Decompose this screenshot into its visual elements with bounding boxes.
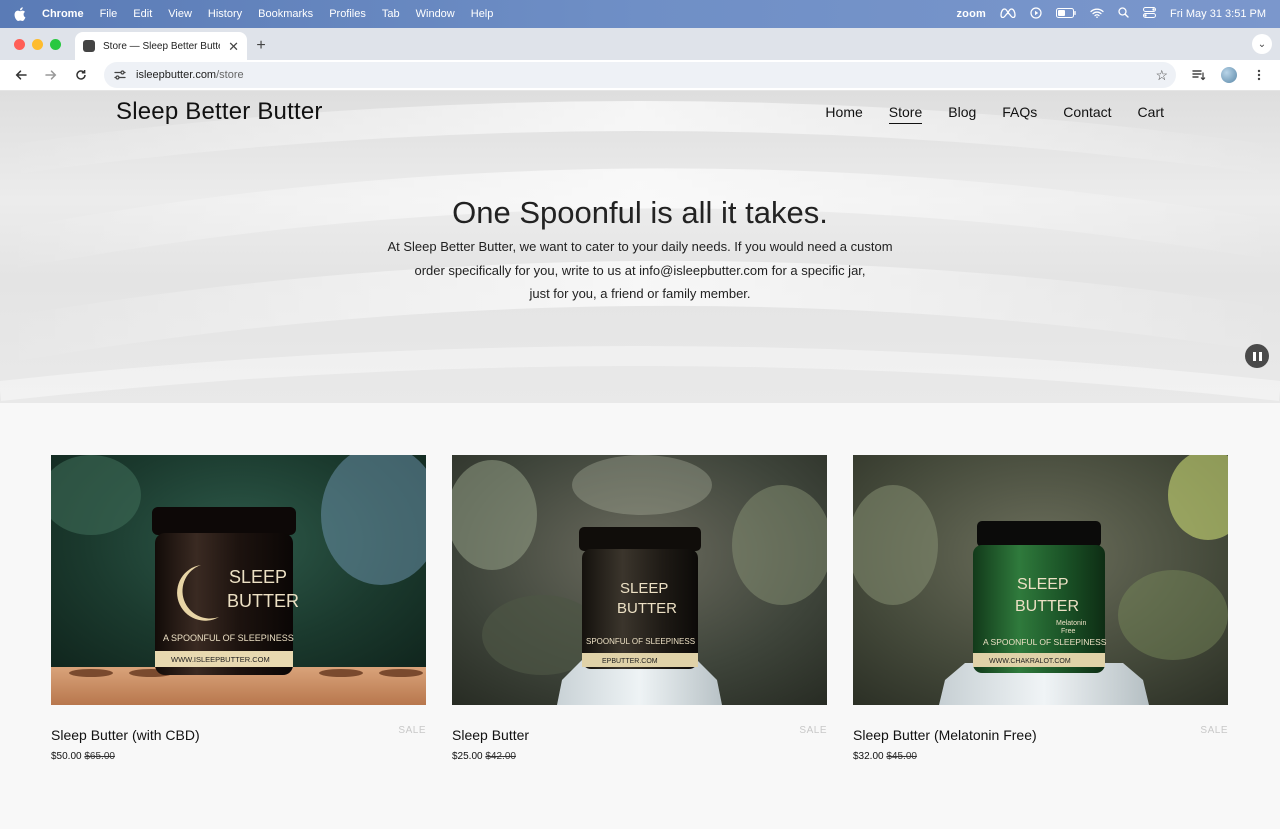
- control-center-icon[interactable]: [1143, 7, 1157, 21]
- svg-text:EPBUTTER.COM: EPBUTTER.COM: [602, 658, 658, 665]
- chrome-menu-kebab-icon[interactable]: [1246, 62, 1272, 88]
- menubar-clock[interactable]: Fri May 31 3:51 PM: [1170, 8, 1266, 20]
- fullscreen-window-button[interactable]: [50, 38, 61, 50]
- nav-store[interactable]: Store: [888, 104, 923, 124]
- product-name[interactable]: Sleep Butter (with CBD): [51, 727, 426, 743]
- product-price: $50.00 $65.00: [51, 751, 426, 762]
- product-name[interactable]: Sleep Butter: [452, 727, 827, 743]
- menu-bookmarks[interactable]: Bookmarks: [258, 8, 313, 20]
- battery-icon[interactable]: [1056, 7, 1076, 21]
- hero-banner: Sleep Better Butter Home Store Blog FAQs…: [0, 91, 1280, 403]
- hero-line: order specifically for you, write to us …: [414, 262, 866, 278]
- sale-badge: SALE: [799, 725, 827, 736]
- hero-description: At Sleep Better Butter, we want to cater…: [374, 235, 906, 306]
- product-card[interactable]: SLEEP BUTTER A SPOONFUL OF SLEEPINESS WW…: [51, 455, 426, 762]
- macos-menubar: Chrome File Edit View History Bookmarks …: [0, 0, 1280, 28]
- new-tab-plus-icon[interactable]: +: [247, 32, 275, 60]
- menu-tab[interactable]: Tab: [382, 8, 400, 20]
- tab-title: Store — Sleep Better Butter: [103, 40, 221, 52]
- svg-text:A SPOONFUL OF SLEEPINESS: A SPOONFUL OF SLEEPINESS: [983, 637, 1107, 647]
- svg-text:SLEEP: SLEEP: [229, 567, 287, 587]
- hero-heading: One Spoonful is all it takes.: [452, 195, 828, 230]
- site-info-tune-icon[interactable]: [112, 67, 128, 83]
- main-nav: Home Store Blog FAQs Contact Cart: [825, 104, 1164, 124]
- svg-text:BUTTER: BUTTER: [617, 600, 677, 617]
- window-controls: [10, 28, 61, 60]
- reading-list-icon[interactable]: [1186, 62, 1212, 88]
- bookmark-star-icon[interactable]: ☆: [1155, 67, 1168, 84]
- svg-text:A SPOONFUL OF SLEEPINESS: A SPOONFUL OF SLEEPINESS: [163, 633, 294, 643]
- svg-text:Melatonin: Melatonin: [1056, 620, 1086, 627]
- sale-price: $50.00: [51, 751, 82, 762]
- menu-file[interactable]: File: [100, 8, 118, 20]
- nav-home[interactable]: Home: [825, 104, 862, 122]
- nav-contact[interactable]: Contact: [1063, 104, 1111, 122]
- product-image[interactable]: SLEEP BUTTER Melatonin Free A SPOONFUL O…: [853, 455, 1228, 705]
- svg-text:BUTTER: BUTTER: [227, 591, 299, 611]
- play-circle-icon[interactable]: [1030, 6, 1042, 22]
- web-page: Sleep Better Butter Home Store Blog FAQs…: [0, 91, 1280, 829]
- product-price: $32.00 $45.00: [853, 751, 1228, 762]
- tab-store[interactable]: Store — Sleep Better Butter ✕: [75, 32, 247, 60]
- svg-text:SLEEP: SLEEP: [1017, 576, 1069, 593]
- url-host: isleepbutter.com: [136, 69, 217, 81]
- original-price: $45.00: [886, 751, 917, 762]
- sale-badge: SALE: [398, 725, 426, 736]
- sale-badge: SALE: [1200, 725, 1228, 736]
- product-image[interactable]: SLEEP BUTTER A SPOONFUL OF SLEEPINESS WW…: [51, 455, 426, 705]
- minimize-window-button[interactable]: [32, 38, 43, 50]
- svg-text:SPOONFUL OF SLEEPINESS: SPOONFUL OF SLEEPINESS: [586, 637, 695, 646]
- menu-help[interactable]: Help: [471, 8, 494, 20]
- sale-price: $25.00: [452, 751, 483, 762]
- reload-icon[interactable]: [68, 62, 94, 88]
- original-price: $42.00: [485, 751, 516, 762]
- tab-strip: Store — Sleep Better Butter ✕ + ⌄: [0, 28, 1280, 60]
- close-window-button[interactable]: [14, 38, 25, 50]
- pause-background-button[interactable]: [1245, 344, 1269, 368]
- svg-text:WWW.CHAKRALOT.COM: WWW.CHAKRALOT.COM: [989, 658, 1071, 665]
- back-arrow-icon[interactable]: [8, 62, 34, 88]
- profile-avatar-icon[interactable]: [1216, 62, 1242, 88]
- nav-faqs[interactable]: FAQs: [1002, 104, 1037, 122]
- meta-icon[interactable]: [1000, 7, 1016, 21]
- product-card[interactable]: SLEEP BUTTER SPOONFUL OF SLEEPINESS EPBU…: [452, 455, 827, 762]
- browser-window: Store — Sleep Better Butter ✕ + ⌄ isleep…: [0, 28, 1280, 829]
- sale-price: $32.00: [853, 751, 884, 762]
- svg-text:Free: Free: [1061, 628, 1076, 635]
- wifi-icon[interactable]: [1090, 8, 1104, 21]
- tab-search-chevron-icon[interactable]: ⌄: [1252, 34, 1272, 54]
- menu-edit[interactable]: Edit: [133, 8, 152, 20]
- menu-view[interactable]: View: [168, 8, 192, 20]
- product-name[interactable]: Sleep Butter (Melatonin Free): [853, 727, 1228, 743]
- site-favicon-icon: [83, 40, 95, 52]
- product-image[interactable]: SLEEP BUTTER SPOONFUL OF SLEEPINESS EPBU…: [452, 455, 827, 705]
- browser-toolbar: isleepbutter.com/store ☆: [0, 60, 1280, 91]
- zoom-status-item[interactable]: zoom: [956, 8, 986, 20]
- product-price: $25.00 $42.00: [452, 751, 827, 762]
- spotlight-search-icon[interactable]: [1118, 7, 1129, 21]
- original-price: $65.00: [84, 751, 115, 762]
- menu-window[interactable]: Window: [416, 8, 455, 20]
- product-grid: SLEEP BUTTER A SPOONFUL OF SLEEPINESS WW…: [51, 455, 1228, 762]
- nav-cart[interactable]: Cart: [1138, 104, 1164, 122]
- menu-profiles[interactable]: Profiles: [329, 8, 366, 20]
- menu-history[interactable]: History: [208, 8, 242, 20]
- url-path: /store: [216, 69, 244, 81]
- hero-line: At Sleep Better Butter, we want to cater…: [387, 239, 893, 254]
- svg-text:SLEEP: SLEEP: [620, 580, 668, 597]
- address-bar[interactable]: isleepbutter.com/store ☆: [104, 62, 1176, 88]
- close-tab-icon[interactable]: ✕: [228, 40, 239, 53]
- svg-text:WWW.ISLEEPBUTTER.COM: WWW.ISLEEPBUTTER.COM: [171, 655, 270, 664]
- site-title[interactable]: Sleep Better Butter: [116, 98, 323, 126]
- forward-arrow-icon[interactable]: [38, 62, 64, 88]
- apple-menu-icon[interactable]: [14, 7, 26, 21]
- nav-blog[interactable]: Blog: [948, 104, 976, 122]
- product-card[interactable]: SLEEP BUTTER Melatonin Free A SPOONFUL O…: [853, 455, 1228, 762]
- menu-app-name[interactable]: Chrome: [42, 8, 84, 20]
- hero-line: just for you, a friend or family member.: [529, 286, 751, 301]
- svg-text:BUTTER: BUTTER: [1015, 598, 1079, 615]
- url-text[interactable]: isleepbutter.com/store: [136, 69, 1147, 81]
